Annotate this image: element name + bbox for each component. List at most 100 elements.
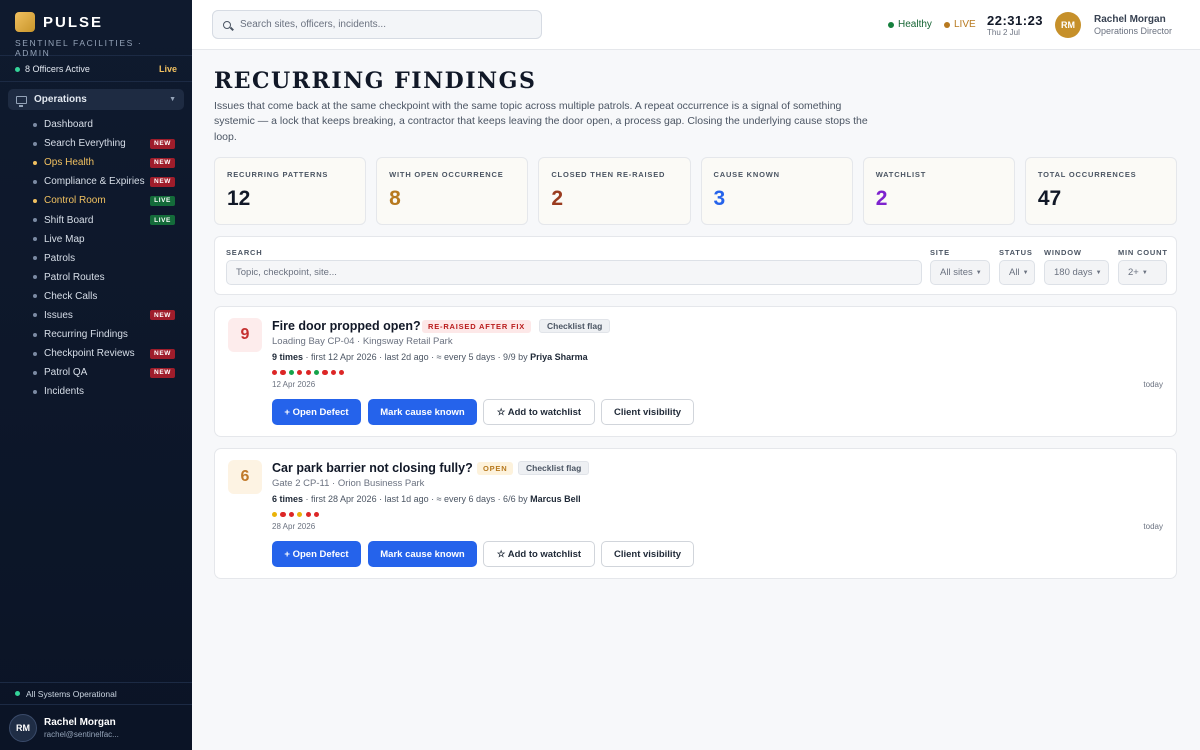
first-date: 28 Apr 2026 xyxy=(272,522,316,531)
client-visibility-button[interactable]: Client visibility xyxy=(601,541,694,567)
sidebar-item-label: Patrols xyxy=(44,252,76,264)
nav-list: Dashboard Search Everything NEW Ops Health N… xyxy=(0,115,192,401)
open-defect-button[interactable]: + Open Defect xyxy=(272,399,361,425)
mark-cause-known-button[interactable]: Mark cause known xyxy=(368,541,477,567)
bullet-icon xyxy=(33,389,37,394)
search-filter-label: SEARCH xyxy=(226,248,263,257)
health-indicator: Healthy xyxy=(888,19,932,30)
sidebar-user-email: rachel@sentinelfac... xyxy=(44,730,119,739)
bullet-icon xyxy=(33,256,37,261)
finding-title[interactable]: Fire door propped open? xyxy=(272,319,421,333)
window-select[interactable]: 180 days ▼ xyxy=(1044,260,1109,285)
sidebar-item-recurring-findings[interactable]: Recurring Findings xyxy=(0,325,192,344)
header-user-role: Operations Director xyxy=(1094,26,1173,36)
sidebar-item-issues[interactable]: Issues NEW xyxy=(0,306,192,325)
reported-by: Priya Sharma xyxy=(530,352,588,362)
sidebar-item-ops-health[interactable]: Ops Health NEW xyxy=(0,153,192,172)
sidebar-item-label: Control Room xyxy=(44,195,106,207)
sidebar-user[interactable]: RM Rachel Morgan rachel@sentinelfac... xyxy=(0,706,192,750)
sidebar-item-control-room[interactable]: Control Room LIVE xyxy=(0,191,192,210)
sidebar-item-dashboard[interactable]: Dashboard xyxy=(0,115,192,134)
sidebar-item-checkpoint-reviews[interactable]: Checkpoint Reviews NEW xyxy=(0,344,192,363)
last-date: today xyxy=(1143,522,1163,531)
add-to-watchlist-button[interactable]: ☆ Add to watchlist xyxy=(483,399,595,425)
sidebar-item-label: Live Map xyxy=(44,233,85,245)
min-count-select-value: 2+ xyxy=(1128,267,1139,278)
new-badge: NEW xyxy=(150,348,175,359)
caret-down-icon: ▼ xyxy=(1022,269,1029,276)
sidebar-item-label: Ops Health xyxy=(44,157,95,169)
finding-meta: 6 times · first 28 Apr 2026 · last 1d ag… xyxy=(272,494,581,504)
add-to-watchlist-button[interactable]: ☆ Add to watchlist xyxy=(483,541,595,567)
stat-value: 47 xyxy=(1037,187,1062,210)
occurrence-dot xyxy=(305,370,311,376)
new-badge: NEW xyxy=(150,138,175,149)
sidebar-item-incidents[interactable]: Incidents xyxy=(0,382,192,401)
sidebar-item-live-map[interactable]: Live Map xyxy=(0,230,192,249)
global-search-input[interactable] xyxy=(240,19,520,30)
nav-group-operations[interactable]: Operations ▼ xyxy=(8,89,184,110)
finding-title[interactable]: Car park barrier not closing fully? xyxy=(272,461,473,475)
global-search[interactable] xyxy=(212,10,542,39)
min-count-select[interactable]: 2+ ▼ xyxy=(1118,260,1167,285)
live-indicator: LIVE xyxy=(944,19,976,30)
occurrence-dot xyxy=(313,370,320,376)
sidebar-item-check-calls[interactable]: Check Calls xyxy=(0,287,192,306)
sidebar-item-label: Search Everything xyxy=(44,138,126,150)
stat-label: CLOSED THEN RE-RAISED xyxy=(551,170,666,179)
occurrence-dot xyxy=(297,512,303,518)
new-badge: NEW xyxy=(150,157,175,168)
status-badge: OPEN xyxy=(477,462,514,475)
brand-subtitle: SENTINEL FACILITIES · ADMIN xyxy=(15,38,143,58)
sidebar-item-label: Issues xyxy=(44,309,73,321)
occurrence-dot xyxy=(280,370,286,376)
sidebar-item-patrol-qa[interactable]: Patrol QA NEW xyxy=(0,363,192,382)
stat-label: WITH OPEN OCCURRENCE xyxy=(389,170,504,179)
live-dot-icon xyxy=(944,21,950,28)
status-select[interactable]: All ▼ xyxy=(999,260,1035,285)
stat-card: CLOSED THEN RE-RAISED 2 xyxy=(538,157,691,225)
min-count-filter-label: MIN COUNT xyxy=(1118,248,1168,257)
occurrence-dot xyxy=(330,370,337,376)
search-icon xyxy=(223,20,231,29)
caret-down-icon: ▼ xyxy=(1095,269,1102,276)
stats-row: RECURRING PATTERNS 12 WITH OPEN OCCURRENCE… xyxy=(214,157,1178,225)
sidebar-item-label: Compliance & Expiries xyxy=(44,176,145,188)
page-description: Issues that come back at the same checkp… xyxy=(214,100,868,143)
clock: 22:31:23 Thu 2 Jul xyxy=(987,13,1043,37)
occurrence-dot xyxy=(305,512,311,518)
window-select-value: 180 days xyxy=(1054,267,1093,278)
sidebar-item-compliance-expiries[interactable]: Compliance & Expiries NEW xyxy=(0,172,192,191)
sidebar-item-search-everything[interactable]: Search Everything NEW xyxy=(0,134,192,153)
occurrence-dot xyxy=(288,512,295,518)
site-filter-label: SITE xyxy=(930,248,950,257)
header-user[interactable]: Rachel Morgan Operations Director xyxy=(1094,14,1172,36)
new-badge: NEW xyxy=(150,176,175,187)
status-select-value: All xyxy=(1009,267,1020,278)
filter-search[interactable] xyxy=(226,260,922,285)
sidebar-item-shift-board[interactable]: Shift Board LIVE xyxy=(0,210,192,229)
bullet-icon xyxy=(33,351,37,356)
bullet-icon xyxy=(33,294,37,299)
nav-group-label: Operations xyxy=(34,94,87,105)
site-select[interactable]: All sites ▼ xyxy=(930,260,990,285)
filter-search-input[interactable] xyxy=(236,267,836,278)
header-avatar[interactable]: RM xyxy=(1055,12,1081,38)
sidebar-item-patrol-routes[interactable]: Patrol Routes xyxy=(0,268,192,287)
caret-down-icon: ▼ xyxy=(1141,269,1148,276)
sidebar-item-patrols[interactable]: Patrols xyxy=(0,249,192,268)
occurrence-dot xyxy=(313,512,320,518)
officers-active-label: 8 Officers Active xyxy=(25,63,90,74)
finding-location: Loading Bay CP-04 · Kingsway Retail Park xyxy=(272,336,453,347)
mark-cause-known-button[interactable]: Mark cause known xyxy=(368,399,477,425)
stat-value: 12 xyxy=(227,187,251,210)
sidebar-item-label: Patrol Routes xyxy=(44,271,105,283)
open-defect-button[interactable]: + Open Defect xyxy=(272,541,361,567)
bullet-icon xyxy=(33,218,37,223)
finding-card: 6 Car park barrier not closing fully? OPEN… xyxy=(214,448,1177,579)
client-visibility-button[interactable]: Client visibility xyxy=(601,399,694,425)
live-header-label: LIVE xyxy=(954,19,976,30)
stat-label: CAUSE KNOWN xyxy=(713,170,780,179)
live-badge: LIVE xyxy=(150,195,175,206)
officers-status: 8 Officers Active Live xyxy=(0,56,192,82)
